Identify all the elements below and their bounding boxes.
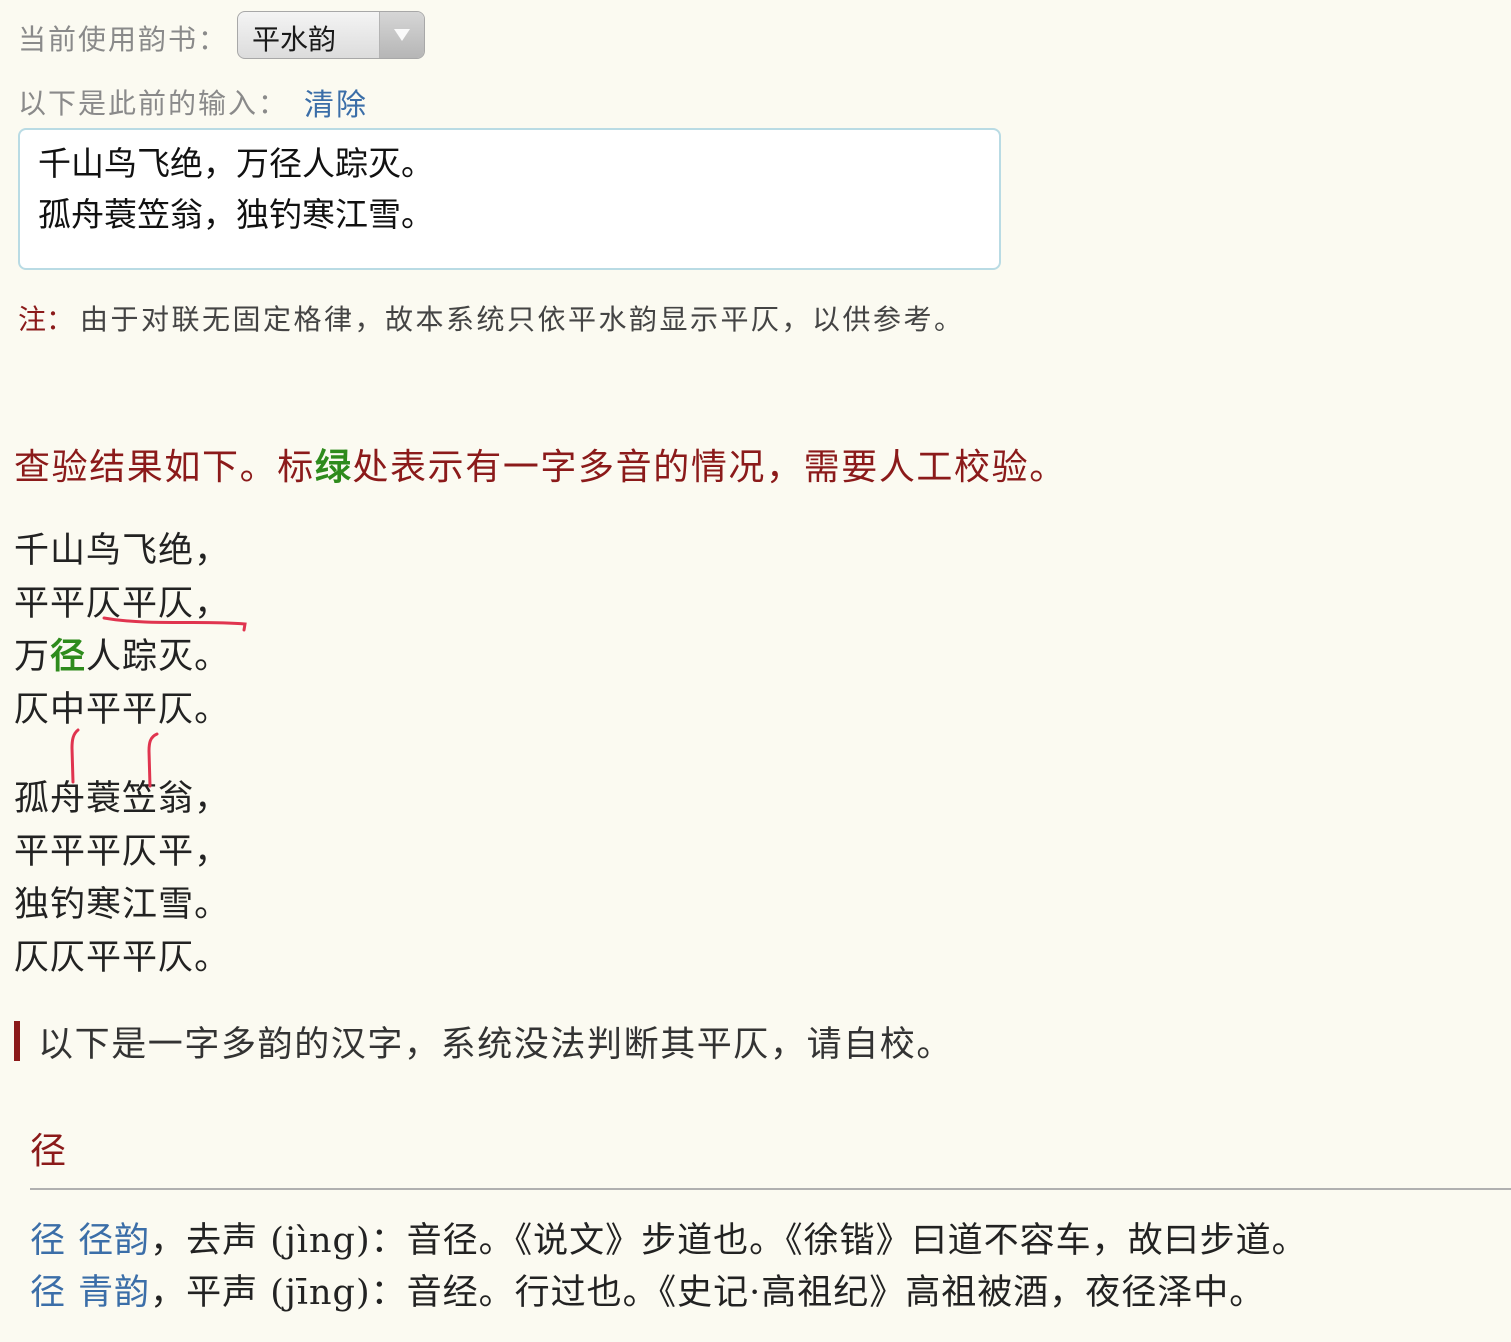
verse-char: 千	[14, 531, 51, 571]
section-bar	[14, 1021, 20, 1061]
tone-char: 平	[86, 690, 123, 730]
previous-input-label: 以下是此前的输入：	[18, 87, 289, 120]
verse-char: 蓑	[86, 779, 123, 819]
clear-link[interactable]: 清除	[304, 80, 368, 124]
tone-char: 平	[158, 832, 195, 872]
result-heading: 查验结果如下。标绿处表示有一字多音的情况，需要人工校验。	[14, 438, 1067, 490]
verse-line: 孤舟蓑笠翁，	[14, 773, 230, 825]
tone-char: 仄	[158, 584, 195, 624]
tone-char: 。	[194, 938, 231, 978]
verse-char: 江	[122, 885, 159, 925]
verse-char: 绝	[158, 531, 195, 571]
verse-char: 山	[50, 531, 87, 571]
rhyme-book-select[interactable]: 平水韵	[237, 11, 425, 59]
definition-char-link[interactable]: 径	[30, 1221, 66, 1261]
verse-char: 寒	[86, 885, 123, 925]
verse-char: 翁	[158, 779, 195, 819]
verse-char: 雪	[158, 885, 195, 925]
tone-char: 平	[86, 938, 123, 978]
tone-line: 仄仄平平仄。	[14, 932, 230, 984]
definition-line: 径 径韵，去声 (jìng)：音径。《说文》步道也。《徐锴》曰道不容车，故曰步道…	[30, 1212, 1308, 1263]
tone-char: 。	[194, 690, 231, 730]
tone-char: 仄	[14, 690, 51, 730]
verse-line: 千山鸟飞绝，	[14, 525, 230, 577]
definition-line: 径 青韵，平声 (jīng)：音经。行过也。《史记·高祖纪》高祖被酒，夜径泽中。	[30, 1264, 1265, 1315]
note-label: 注：	[18, 303, 75, 336]
tone-line: 平平平仄平，	[14, 826, 230, 878]
definition-text: ，平声 (jīng)：音经。行过也。《史记·高祖纪》高祖被酒，夜径泽中。	[150, 1273, 1266, 1313]
tone-char: 仄	[14, 938, 51, 978]
rhyme-book-selected-value: 平水韵	[252, 23, 337, 56]
tone-char: 平	[50, 584, 87, 624]
verse-char: 孤	[14, 779, 51, 819]
divider	[30, 1188, 1511, 1190]
definition-text: ，去声 (jìng)：音径。《说文》步道也。《徐锴》曰道不容车，故曰步道。	[150, 1221, 1308, 1261]
chevron-down-icon	[394, 29, 410, 41]
verse-char: 钓	[50, 885, 87, 925]
verse-char: 独	[14, 885, 51, 925]
tone-char: 仄	[122, 832, 159, 872]
tone-char: 平	[14, 832, 51, 872]
definition-rhyme-link[interactable]: 青韵	[78, 1273, 150, 1313]
verse-char-multi-reading: 径	[50, 636, 87, 677]
verse-char: 舟	[50, 779, 87, 819]
verse-char: 人	[86, 637, 123, 677]
tone-char: 平	[14, 584, 51, 624]
previous-input-textarea[interactable]: 千山鸟飞绝，万径人踪灭。 孤舟蓑笠翁，独钓寒江雪。	[18, 128, 1001, 270]
verse-char: ，	[194, 779, 231, 819]
multi-section-title: 以下是一字多韵的汉字，系统没法判断其平仄，请自校。	[38, 1025, 954, 1065]
tone-char: 平	[122, 938, 159, 978]
select-dropdown-button[interactable]	[379, 12, 424, 58]
definition-rhyme-link[interactable]: 径韵	[78, 1221, 150, 1261]
rhyme-book-label: 当前使用韵书：	[18, 23, 229, 56]
note-text: 由于对联无固定格律，故本系统只依平水韵显示平仄，以供参考。	[80, 303, 965, 336]
verse-char: ，	[194, 531, 231, 571]
tone-char: 平	[122, 690, 159, 730]
multi-char-heading: 径	[30, 1131, 67, 1172]
tone-char: 仄	[158, 938, 195, 978]
result-heading-part2: 处表示有一字多音的情况，需要人工校验。	[352, 447, 1067, 488]
verse-char: 飞	[122, 531, 159, 571]
tone-char: 平	[50, 832, 87, 872]
tone-char: ，	[194, 832, 231, 872]
verse-char: 万	[14, 637, 51, 677]
tone-char: 平	[86, 832, 123, 872]
result-heading-green-word: 绿	[314, 446, 353, 488]
verse-char: 灭	[158, 637, 195, 677]
verse-line: 万径人踪灭。	[14, 631, 230, 683]
tone-line: 平平仄平仄，	[14, 578, 230, 630]
tone-char: 仄	[50, 938, 87, 978]
verse-char: 。	[194, 885, 231, 925]
verse-char: 。	[194, 637, 231, 677]
tone-char: ，	[194, 584, 231, 624]
result-heading-part1: 查验结果如下。标	[14, 447, 315, 488]
tone-char: 仄	[86, 584, 123, 624]
verse-line: 独钓寒江雪。	[14, 879, 230, 931]
verse-char: 鸟	[86, 531, 123, 571]
tone-char: 平	[122, 584, 159, 624]
verse-char: 踪	[122, 637, 159, 677]
definition-char-link[interactable]: 径	[30, 1273, 66, 1313]
tone-line: 仄中平平仄。	[14, 684, 230, 736]
tone-char: 仄	[158, 690, 195, 730]
verse-char: 笠	[122, 779, 159, 819]
tone-char: 中	[50, 690, 87, 730]
